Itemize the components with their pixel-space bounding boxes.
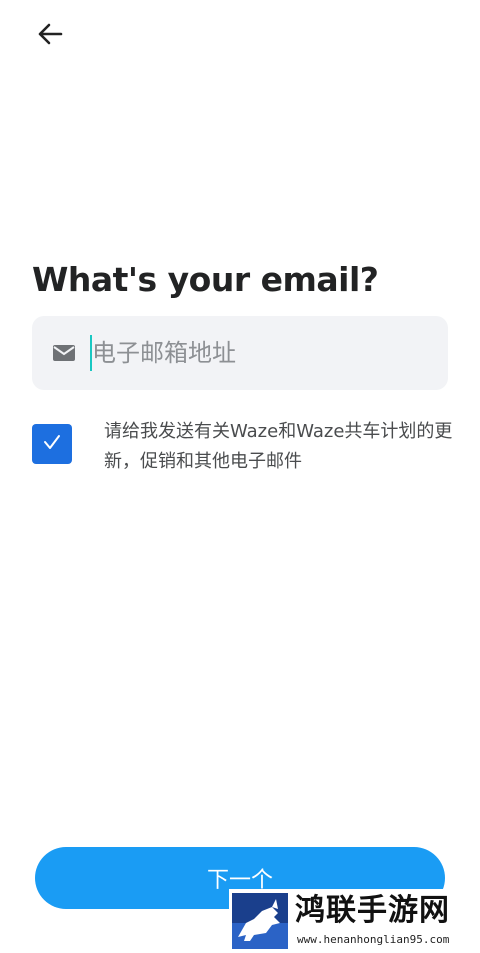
checkmark-icon bbox=[43, 434, 61, 454]
email-field[interactable] bbox=[32, 316, 448, 390]
site-watermark: 鸿联手游网 www.henanhonglian95.com bbox=[229, 889, 480, 953]
marketing-consent-checkbox[interactable] bbox=[32, 424, 72, 464]
marketing-consent-label[interactable]: 请给我发送有关Waze和Waze共车计划的更新，促销和其他电子邮件 bbox=[104, 417, 454, 477]
back-button[interactable] bbox=[30, 18, 70, 54]
watermark-url: www.henanhonglian95.com bbox=[297, 933, 450, 946]
page-title: What's your email? bbox=[32, 260, 379, 299]
mail-icon bbox=[52, 343, 76, 363]
email-input[interactable] bbox=[92, 330, 432, 376]
horse-logo-icon bbox=[232, 893, 288, 949]
watermark-title: 鸿联手游网 bbox=[295, 893, 450, 928]
arrow-left-icon bbox=[37, 23, 63, 49]
